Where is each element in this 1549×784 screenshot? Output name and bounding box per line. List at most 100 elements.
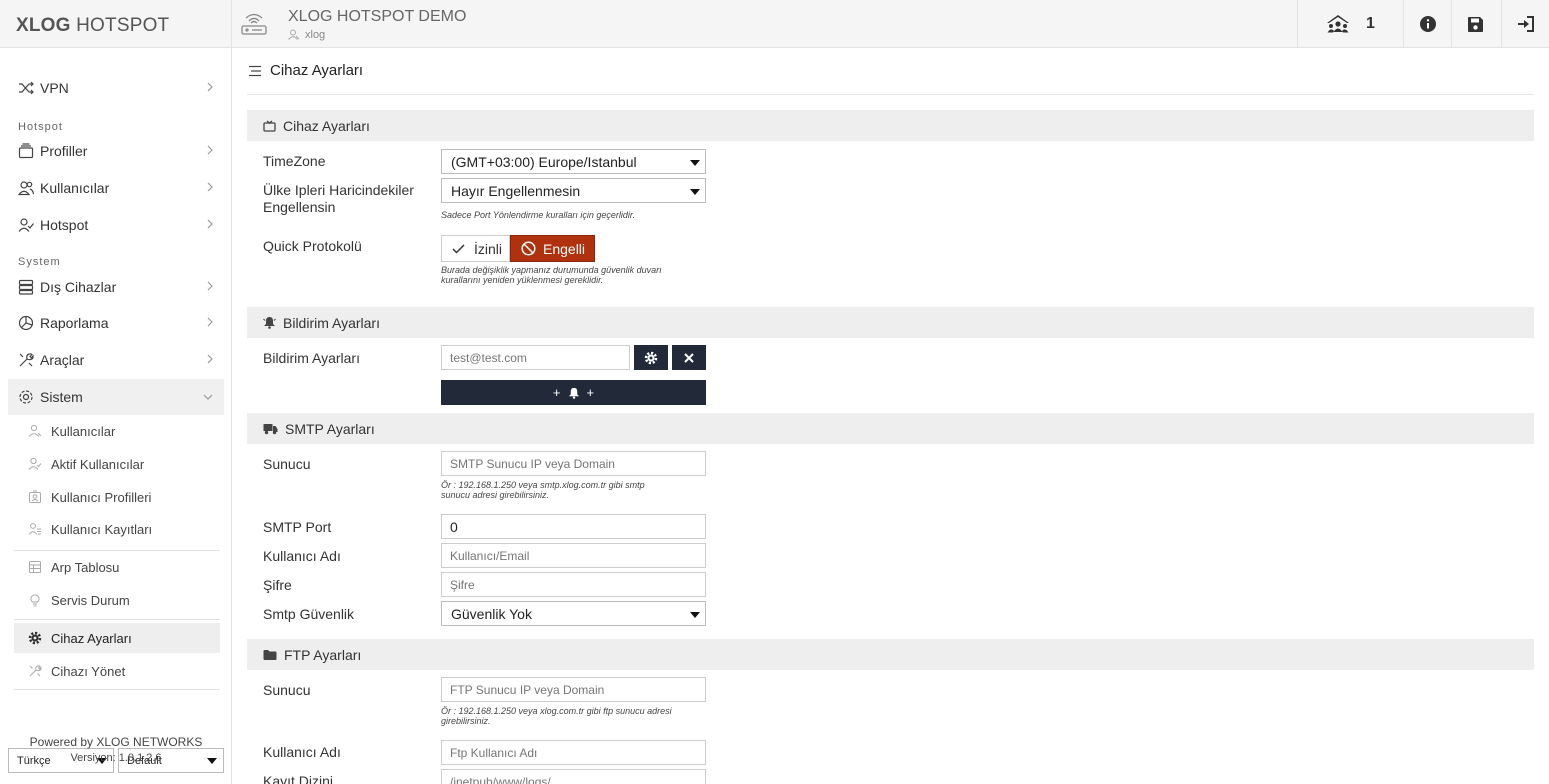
sidebar-footer: Powered by XLOG NETWORKS Versiyon: 1.0.1… [0, 734, 232, 766]
users-icon [18, 181, 34, 196]
user-icon [28, 424, 42, 437]
ftp-user-input[interactable] [441, 740, 706, 765]
chevron-down-icon [203, 394, 213, 400]
section-bildirim-ayarlari: Bildirim Ayarları [247, 307, 1534, 338]
close-icon [684, 352, 694, 363]
timezone-select[interactable]: (GMT+03:00) Europe/Istanbul [441, 149, 706, 174]
section-system: System [18, 256, 61, 268]
lightbulb-icon [30, 594, 40, 607]
info-icon [1419, 16, 1436, 32]
save-button[interactable] [1451, 0, 1499, 48]
smtp-user-label: Kullanıcı Adı [263, 548, 341, 564]
page-title: Cihaz Ayarları [248, 62, 363, 79]
smtp-password-input[interactable] [441, 572, 706, 597]
user-icon [288, 29, 300, 40]
truck-icon [263, 424, 278, 435]
section-cihaz-ayarlari: Cihaz Ayarları [247, 110, 1534, 141]
add-notification-button[interactable]: + + [441, 380, 706, 405]
country-block-select[interactable]: Hayır Engellenmesin [441, 178, 706, 203]
sidebar-subitem-kullanicilar[interactable]: Kullanıcılar [14, 416, 220, 446]
chevron-right-icon [207, 145, 213, 155]
tools-icon [29, 665, 42, 677]
ftp-server-input[interactable] [441, 677, 706, 702]
sidebar-subitem-servis-durum[interactable]: Servis Durum [14, 585, 220, 615]
smtp-password-label: Şifre [263, 577, 292, 593]
ftp-user-label: Kullanıcı Adı [263, 744, 341, 760]
brand-logo[interactable]: XLOG HOTSPOT [0, 0, 232, 48]
users-online-icon [1327, 15, 1350, 33]
ftp-server-help: Ör : 192.168.1.250 veya xlog.com.tr gibi… [441, 706, 672, 726]
sidebar-item-araclar[interactable]: Araçlar [8, 342, 224, 378]
logout-icon [1517, 16, 1534, 32]
section-hotspot: Hotspot [18, 121, 63, 133]
sidebar-item-kullanicilar[interactable]: Kullanıcılar [8, 170, 224, 206]
version-text: Versiyon: 1.0.1.2.6 [70, 752, 162, 764]
chevron-right-icon [207, 219, 213, 229]
sidebar-item-vpn[interactable]: VPN [8, 70, 224, 106]
chevron-right-icon [207, 281, 213, 291]
chevron-right-icon [207, 354, 213, 364]
sidebar-subitem-kullanici-profilleri[interactable]: Kullanıcı Profilleri [14, 482, 220, 512]
sidebar-item-profiller[interactable]: Profiller [8, 133, 224, 169]
title-divider [247, 94, 1534, 95]
country-block-label: Ülke Ipleri Haricindekiler Engellensin [263, 182, 414, 215]
gear-icon [644, 351, 658, 364]
chevron-right-icon [207, 182, 213, 192]
sidebar-item-hotspot[interactable]: Hotspot [8, 207, 224, 243]
user-check-icon [18, 218, 34, 232]
divider [14, 619, 220, 620]
top-bar: XLOG HOTSPOT XLOG HOTSPOT DEMO xlog 1 [0, 0, 1549, 48]
online-users-button[interactable]: 1 [1297, 0, 1403, 48]
sidebar-subitem-cihaz-ayarlari[interactable]: Cihaz Ayarları [14, 623, 220, 653]
sidebar-item-raporlama[interactable]: Raporlama [8, 305, 224, 341]
sidebar-subitem-cihazi-yonet[interactable]: Cihazı Yönet [14, 656, 220, 686]
sidebar-item-dis-cihazlar[interactable]: Dış Cihazlar [8, 269, 224, 305]
sidebar-item-sistem[interactable]: Sistem [8, 379, 224, 415]
bell-icon [263, 317, 276, 329]
gear-icon [28, 631, 42, 645]
notify-email-input[interactable] [441, 345, 630, 370]
timezone-label: TimeZone [263, 153, 326, 169]
sidebar-subitem-arp-tablosu[interactable]: Arp Tablosu [14, 552, 220, 582]
smtp-port-label: SMTP Port [263, 519, 332, 535]
user-list-icon [28, 523, 41, 535]
country-block-help: Sadece Port Yönlendirme kuralları için g… [441, 210, 636, 220]
smtp-server-label: Sunucu [263, 456, 311, 472]
tools-icon [19, 353, 34, 367]
notify-settings-button[interactable] [634, 345, 668, 370]
router-icon [241, 13, 267, 35]
smtp-server-input[interactable] [441, 451, 706, 476]
quick-protocol-label: Quick Protokolü [263, 238, 362, 254]
ftp-dir-label: Kayıt Dizini [263, 773, 334, 784]
ban-icon [521, 241, 536, 256]
chart-icon [18, 315, 34, 331]
logout-button[interactable] [1501, 0, 1549, 48]
quick-protocol-help: Burada değişiklik yapmanız durumunda güv… [441, 265, 662, 285]
sidebar-subitem-aktif-kullanicilar[interactable]: Aktif Kullanıcılar [14, 449, 220, 479]
smtp-port-input[interactable]: 0 [441, 514, 706, 539]
section-ftp-ayarlari: FTP Ayarları [247, 639, 1534, 670]
notify-label: Bildirim Ayarları [263, 350, 360, 366]
info-button[interactable] [1403, 0, 1451, 48]
ftp-server-label: Sunucu [263, 682, 311, 698]
shuffle-icon [19, 81, 34, 95]
sidebar: VPN Hotspot Profiller Kullanıcılar Hotsp… [0, 48, 232, 784]
smtp-user-input[interactable] [441, 543, 706, 568]
layers-icon [18, 143, 34, 159]
save-icon [1468, 16, 1483, 32]
block-toggle[interactable]: Engelli [510, 235, 595, 262]
main-content: Cihaz Ayarları Cihaz Ayarları TimeZone (… [232, 48, 1549, 784]
smtp-server-help: Ör : 192.168.1.250 veya smtp.xlog.com.tr… [441, 480, 645, 500]
sidebar-subitem-kullanici-kayitlari[interactable]: Kullanıcı Kayıtları [14, 514, 220, 544]
section-smtp-ayarlari: SMTP Ayarları [247, 413, 1534, 444]
device-title: XLOG HOTSPOT DEMO [288, 8, 467, 25]
divider [14, 689, 220, 690]
chevron-right-icon [207, 82, 213, 92]
menu-icon[interactable] [248, 65, 262, 77]
notify-remove-button[interactable] [672, 345, 706, 370]
smtp-security-select[interactable]: Güvenlik Yok [441, 601, 706, 626]
allow-toggle[interactable]: İzinli [441, 235, 510, 262]
tv-icon [263, 119, 276, 132]
ftp-dir-input[interactable] [441, 769, 706, 784]
folder-icon [263, 649, 277, 660]
